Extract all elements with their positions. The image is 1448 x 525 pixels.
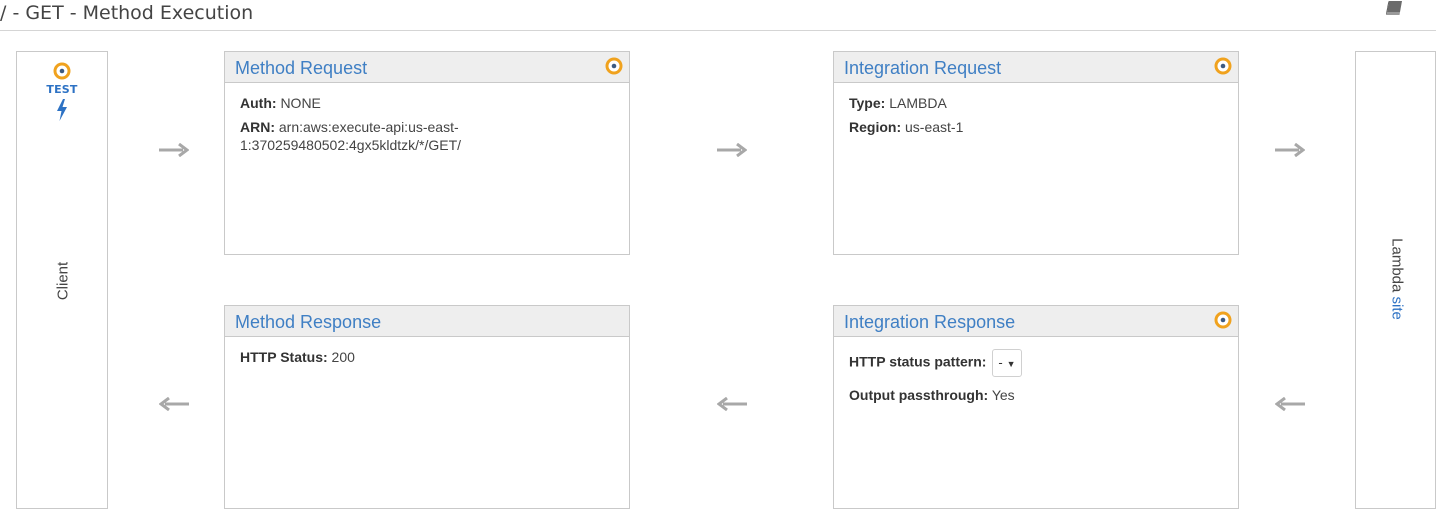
type-label: Type:	[849, 95, 886, 111]
lambda-column: Lambda site	[1355, 51, 1436, 509]
target-icon	[53, 62, 71, 80]
client-column: TEST Client	[16, 51, 108, 509]
status-pattern-row: HTTP status pattern: - ▼	[849, 349, 1223, 377]
method-request-header: Method Request	[225, 52, 629, 83]
integration-response-link[interactable]: Integration Response	[844, 312, 1015, 333]
target-icon[interactable]	[605, 57, 623, 75]
method-request-body: Auth: NONE ARN: arn:aws:execute-api:us-e…	[225, 83, 629, 154]
page-title: / - GET - Method Execution	[0, 2, 254, 24]
arrow-right-icon	[717, 143, 747, 157]
method-request-link[interactable]: Method Request	[235, 58, 367, 79]
method-response-body: HTTP Status: 200	[225, 337, 629, 366]
status-pattern-selected: -	[998, 355, 1003, 370]
arrow-left-icon	[717, 397, 747, 411]
http-status-value: 200	[331, 349, 355, 365]
arrow-left-icon	[159, 397, 189, 411]
arrow-right-icon	[159, 143, 189, 157]
region-label: Region:	[849, 119, 902, 135]
method-execution-page: / - GET - Method Execution TEST Client L…	[0, 0, 1448, 525]
lightning-icon	[57, 99, 67, 121]
type-value: LAMBDA	[889, 95, 947, 111]
integration-response-body: HTTP status pattern: - ▼ Output passthrou…	[834, 337, 1238, 404]
integration-response-panel: Integration Response HTTP status pattern…	[833, 305, 1239, 509]
title-divider	[0, 30, 1436, 31]
type-row: Type: LAMBDA	[849, 94, 1223, 112]
arrow-left-icon	[1275, 397, 1305, 411]
lambda-label-prefix: Lambda	[1388, 238, 1406, 297]
status-pattern-label: HTTP status pattern:	[849, 353, 987, 370]
arn-label: ARN:	[240, 119, 275, 135]
method-request-panel: Method Request Auth: NONE ARN: arn:aws:e…	[224, 51, 630, 255]
method-response-link[interactable]: Method Response	[235, 312, 381, 333]
output-passthrough-value: Yes	[991, 387, 1015, 403]
auth-row: Auth: NONE	[240, 94, 614, 112]
client-label: Client	[54, 261, 72, 301]
method-response-header: Method Response	[225, 306, 629, 337]
status-pattern-select[interactable]: - ▼	[992, 349, 1022, 377]
test-button[interactable]: TEST	[17, 62, 107, 121]
region-row: Region: us-east-1	[849, 118, 1223, 136]
output-passthrough-row: Output passthrough: Yes	[849, 386, 1223, 404]
http-status-label: HTTP Status:	[240, 349, 328, 365]
integration-request-header: Integration Request	[834, 52, 1238, 83]
integration-request-body: Type: LAMBDA Region: us-east-1	[834, 83, 1238, 136]
book-icon[interactable]	[1383, 0, 1405, 16]
integration-request-link[interactable]: Integration Request	[844, 58, 1001, 79]
auth-value: NONE	[280, 95, 321, 111]
region-value: us-east-1	[905, 119, 964, 135]
caret-down-icon: ▼	[1006, 359, 1016, 369]
arn-row: ARN: arn:aws:execute-api:us-east-1:37025…	[240, 118, 465, 154]
test-label: TEST	[46, 83, 78, 96]
integration-request-panel: Integration Request Type: LAMBDA Region:…	[833, 51, 1239, 255]
lambda-label: Lambda site	[1389, 238, 1406, 320]
target-icon[interactable]	[1214, 311, 1232, 329]
target-icon[interactable]	[1214, 57, 1232, 75]
method-response-panel: Method Response HTTP Status: 200	[224, 305, 630, 509]
output-passthrough-label: Output passthrough:	[849, 387, 989, 403]
auth-label: Auth:	[240, 95, 277, 111]
arrow-right-icon	[1275, 143, 1305, 157]
http-status-row: HTTP Status: 200	[240, 348, 614, 366]
lambda-site-link[interactable]: site	[1389, 297, 1406, 320]
integration-response-header: Integration Response	[834, 306, 1238, 337]
